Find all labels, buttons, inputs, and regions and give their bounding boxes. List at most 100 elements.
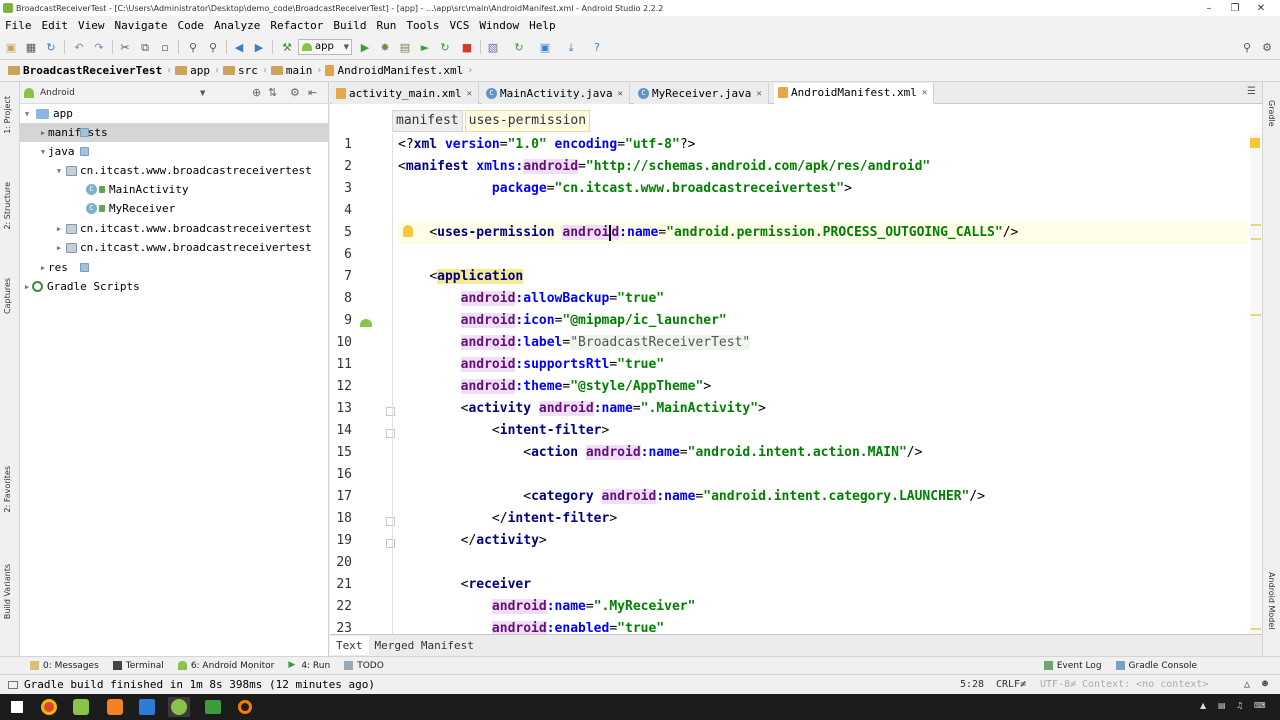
toolwin-run[interactable]: ▶ 4: Run xyxy=(288,661,330,671)
sync-icon[interactable]: ↻ xyxy=(44,40,58,54)
tool-tab-favorites[interactable]: 2: Favorites xyxy=(3,466,12,512)
make-project-icon[interactable]: ⚒ xyxy=(280,40,294,54)
tool-tab-structure[interactable]: 2: Structure xyxy=(3,182,12,230)
android-run-icon[interactable] xyxy=(360,319,372,327)
undo-icon[interactable]: ↶ xyxy=(72,40,86,54)
chrome-icon[interactable] xyxy=(38,697,60,717)
menu-code[interactable]: Code xyxy=(176,19,205,32)
close-tab-icon[interactable]: ✕ xyxy=(467,89,472,99)
code-area[interactable]: <?xml version="1.0" encoding="utf-8"?> <… xyxy=(398,134,1248,634)
input-method-icon[interactable]: ⌨ xyxy=(1254,701,1266,710)
file-encoding[interactable]: UTF-8≠ xyxy=(1040,679,1076,690)
paste-icon[interactable]: ▫ xyxy=(158,40,172,54)
tree-item-gradle-scripts[interactable]: ▶ Gradle Scripts xyxy=(20,277,328,296)
open-folder-icon[interactable]: ▣ xyxy=(4,40,18,54)
system-tray-icon[interactable]: ▲ xyxy=(1200,701,1206,710)
find-icon[interactable]: ⚲ xyxy=(186,40,200,54)
fold-marker-icon[interactable] xyxy=(386,517,395,526)
settings-icon[interactable]: ⚙ xyxy=(1260,40,1274,54)
save-all-icon[interactable]: ▦ xyxy=(24,40,38,54)
caret-position[interactable]: 5:28 xyxy=(960,679,984,690)
nav-project[interactable]: BroadcastReceiverTest › xyxy=(8,64,172,77)
expanded-arrow-icon[interactable]: ▼ xyxy=(22,110,32,118)
network-icon[interactable]: ▤ xyxy=(1218,701,1226,710)
menu-analyze[interactable]: Analyze xyxy=(213,19,261,32)
close-tab-icon[interactable]: ✕ xyxy=(922,88,927,98)
lock-icon[interactable]: △ xyxy=(1244,679,1250,690)
project-view-select[interactable]: Android xyxy=(40,88,75,98)
inspection-icon[interactable]: ☻ xyxy=(1262,679,1268,690)
intention-bulb-icon[interactable] xyxy=(403,225,413,237)
tree-item-package-test[interactable]: ▶ cn.itcast.www.broadcastreceivertest xyxy=(20,238,328,257)
tab-merged-manifest[interactable]: Merged Manifest xyxy=(369,636,480,655)
project-structure-icon[interactable]: ▣ xyxy=(538,40,552,54)
breadcrumb-manifest[interactable]: manifest xyxy=(392,110,463,132)
nav-src[interactable]: src › xyxy=(223,64,268,77)
nav-app[interactable]: app › xyxy=(175,64,220,77)
tab-mainactivity-java[interactable]: C MainActivity.java ✕ xyxy=(482,83,631,104)
tab-list-icon[interactable]: ☰ xyxy=(1247,86,1256,97)
cut-icon[interactable]: ✂ xyxy=(118,40,132,54)
toolwin-event-log[interactable]: Event Log xyxy=(1043,661,1102,671)
tab-androidmanifest-xml[interactable]: AndroidManifest.xml ✕ xyxy=(774,83,935,104)
menu-window[interactable]: Window xyxy=(478,19,520,32)
vertical-scrollbar[interactable] xyxy=(1250,134,1262,634)
tree-item-java[interactable]: ▼ java xyxy=(20,142,328,161)
tree-item-myreceiver[interactable]: C MyReceiver xyxy=(20,199,328,218)
toolwin-gradle-console[interactable]: Gradle Console xyxy=(1115,661,1197,671)
expanded-arrow-icon[interactable]: ▼ xyxy=(38,148,48,156)
avd-manager-icon[interactable]: ▧ xyxy=(486,40,500,54)
chevron-down-icon[interactable]: ▼ xyxy=(200,89,205,97)
run-config-select[interactable]: app ▼ xyxy=(298,39,352,55)
tool-orange-icon[interactable] xyxy=(104,697,126,717)
tree-item-res[interactable]: ▶ res xyxy=(20,258,328,277)
menu-navigate[interactable]: Navigate xyxy=(114,19,169,32)
attach-debugger-icon[interactable]: ► xyxy=(418,40,432,54)
collapsed-arrow-icon[interactable]: ▶ xyxy=(54,244,64,252)
stop-icon[interactable]: ■ xyxy=(460,40,474,54)
line-separator[interactable]: CRLF≠ xyxy=(996,679,1026,690)
inspection-status-icon[interactable] xyxy=(1250,138,1260,148)
tree-item-package-androidtest[interactable]: ▶ cn.itcast.www.broadcastreceivertest xyxy=(20,219,328,238)
menu-build[interactable]: Build xyxy=(332,19,367,32)
collapsed-arrow-icon[interactable]: ▶ xyxy=(22,283,32,291)
tool-tab-android-model[interactable]: Android Model xyxy=(1267,572,1276,630)
tree-item-manifests[interactable]: ▶ manifests xyxy=(20,123,328,142)
toggle-tool-windows-icon[interactable] xyxy=(8,681,18,689)
menu-refactor[interactable]: Refactor xyxy=(269,19,324,32)
search-icon[interactable]: ⚲ xyxy=(1240,40,1254,54)
maximize-icon[interactable]: ❐ xyxy=(1222,0,1248,16)
tab-text[interactable]: Text xyxy=(330,636,369,655)
volume-icon[interactable]: ♫ xyxy=(1236,701,1243,710)
gear-icon[interactable]: ⚙ xyxy=(290,86,300,99)
toolwin-messages[interactable]: 0: Messages xyxy=(30,661,99,671)
collapsed-arrow-icon[interactable]: ▶ xyxy=(38,129,48,137)
collapsed-arrow-icon[interactable]: ▶ xyxy=(38,264,48,272)
collapsed-arrow-icon[interactable]: ▶ xyxy=(54,225,64,233)
run-icon[interactable]: ▶ xyxy=(358,40,372,54)
tool-tab-gradle[interactable]: Gradle xyxy=(1267,100,1276,127)
menu-run[interactable]: Run xyxy=(375,19,397,32)
menu-tools[interactable]: Tools xyxy=(405,19,440,32)
coverage-icon[interactable]: ▤ xyxy=(398,40,412,54)
tree-item-package[interactable]: ▼ cn.itcast.www.broadcastreceivertest xyxy=(20,161,328,180)
tab-activity-main-xml[interactable]: activity_main.xml ✕ xyxy=(332,83,480,104)
toolwin-android-monitor[interactable]: 6: Android Monitor xyxy=(177,661,274,671)
hide-panel-icon[interactable]: ⇤ xyxy=(308,86,317,99)
fold-marker-icon[interactable] xyxy=(386,429,395,438)
sdk-manager-icon[interactable]: ⤓ xyxy=(564,40,578,54)
expanded-arrow-icon[interactable]: ▼ xyxy=(54,167,64,175)
tab-myreceiver-java[interactable]: C MyReceiver.java ✕ xyxy=(634,83,769,104)
tool-tab-project[interactable]: 1: Project xyxy=(3,96,12,134)
fold-marker-icon[interactable] xyxy=(386,407,395,416)
tree-item-app[interactable]: ▼ app xyxy=(20,104,328,123)
menu-file[interactable]: File xyxy=(4,19,33,32)
close-icon[interactable]: ✕ xyxy=(1248,0,1274,16)
copy-icon[interactable]: ⧉ xyxy=(138,40,152,54)
back-icon[interactable]: ◀ xyxy=(232,40,246,54)
help-icon[interactable]: ? xyxy=(590,40,604,54)
android-tool-icon[interactable] xyxy=(70,697,92,717)
forward-icon[interactable]: ▶ xyxy=(252,40,266,54)
apply-changes-icon[interactable]: ↻ xyxy=(438,40,452,54)
start-icon[interactable] xyxy=(6,697,28,717)
